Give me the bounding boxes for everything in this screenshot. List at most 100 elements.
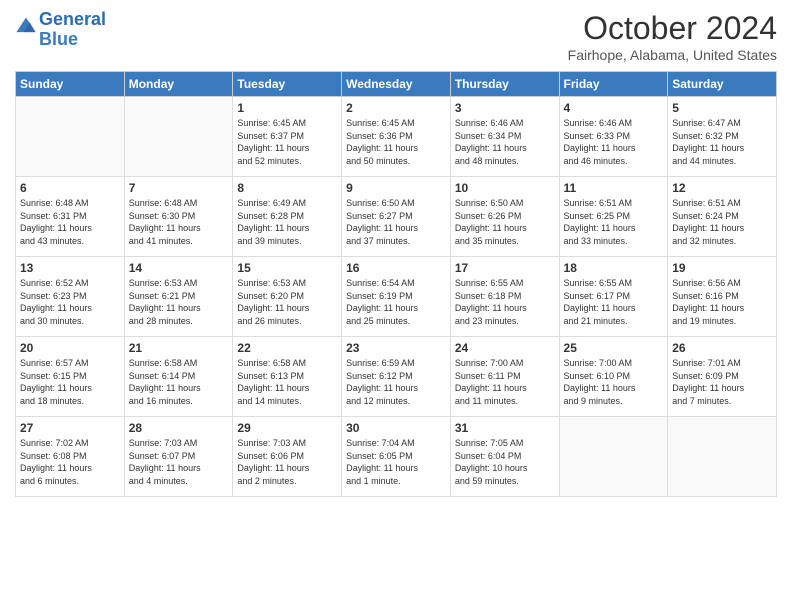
day-info: Sunrise: 7:03 AM Sunset: 6:07 PM Dayligh… (129, 437, 229, 487)
day-number: 17 (455, 261, 555, 275)
calendar-cell: 17 Sunrise: 6:55 AM Sunset: 6:18 PM Dayli… (450, 257, 559, 337)
calendar-cell: 22 Sunrise: 6:58 AM Sunset: 6:13 PM Dayli… (233, 337, 342, 417)
day-info: Sunrise: 7:02 AM Sunset: 6:08 PM Dayligh… (20, 437, 120, 487)
week-row-1: 1 Sunrise: 6:45 AM Sunset: 6:37 PM Daylig… (16, 97, 777, 177)
day-info: Sunrise: 6:59 AM Sunset: 6:12 PM Dayligh… (346, 357, 446, 407)
day-info: Sunrise: 6:50 AM Sunset: 6:26 PM Dayligh… (455, 197, 555, 247)
day-info: Sunrise: 6:50 AM Sunset: 6:27 PM Dayligh… (346, 197, 446, 247)
day-number: 10 (455, 181, 555, 195)
calendar-cell: 8 Sunrise: 6:49 AM Sunset: 6:28 PM Daylig… (233, 177, 342, 257)
day-info: Sunrise: 6:55 AM Sunset: 6:18 PM Dayligh… (455, 277, 555, 327)
logo-icon (15, 16, 37, 38)
day-number: 30 (346, 421, 446, 435)
week-row-2: 6 Sunrise: 6:48 AM Sunset: 6:31 PM Daylig… (16, 177, 777, 257)
calendar-table: SundayMondayTuesdayWednesdayThursdayFrid… (15, 71, 777, 497)
calendar-cell: 23 Sunrise: 6:59 AM Sunset: 6:12 PM Dayli… (342, 337, 451, 417)
calendar-cell: 9 Sunrise: 6:50 AM Sunset: 6:27 PM Daylig… (342, 177, 451, 257)
calendar-cell: 7 Sunrise: 6:48 AM Sunset: 6:30 PM Daylig… (124, 177, 233, 257)
calendar-cell: 14 Sunrise: 6:53 AM Sunset: 6:21 PM Dayli… (124, 257, 233, 337)
day-number: 1 (237, 101, 337, 115)
day-info: Sunrise: 6:47 AM Sunset: 6:32 PM Dayligh… (672, 117, 772, 167)
day-number: 24 (455, 341, 555, 355)
day-info: Sunrise: 6:49 AM Sunset: 6:28 PM Dayligh… (237, 197, 337, 247)
calendar-cell (559, 417, 668, 497)
location: Fairhope, Alabama, United States (568, 47, 777, 63)
calendar-header-row: SundayMondayTuesdayWednesdayThursdayFrid… (16, 72, 777, 97)
day-number: 8 (237, 181, 337, 195)
day-info: Sunrise: 6:57 AM Sunset: 6:15 PM Dayligh… (20, 357, 120, 407)
day-number: 14 (129, 261, 229, 275)
day-header-saturday: Saturday (668, 72, 777, 97)
day-info: Sunrise: 6:56 AM Sunset: 6:16 PM Dayligh… (672, 277, 772, 327)
day-info: Sunrise: 6:45 AM Sunset: 6:36 PM Dayligh… (346, 117, 446, 167)
day-header-wednesday: Wednesday (342, 72, 451, 97)
calendar-cell: 4 Sunrise: 6:46 AM Sunset: 6:33 PM Daylig… (559, 97, 668, 177)
header: General Blue October 2024 Fairhope, Alab… (15, 10, 777, 63)
title-block: October 2024 Fairhope, Alabama, United S… (568, 10, 777, 63)
day-info: Sunrise: 6:51 AM Sunset: 6:25 PM Dayligh… (564, 197, 664, 247)
main-container: General Blue October 2024 Fairhope, Alab… (0, 0, 792, 507)
calendar-cell: 26Sunrise: 7:01 AM Sunset: 6:09 PM Dayli… (668, 337, 777, 417)
calendar-cell (668, 417, 777, 497)
calendar-cell: 27 Sunrise: 7:02 AM Sunset: 6:08 PM Dayli… (16, 417, 125, 497)
day-info: Sunrise: 6:58 AM Sunset: 6:13 PM Dayligh… (237, 357, 337, 407)
logo-line1: General (39, 9, 106, 29)
day-info: Sunrise: 7:03 AM Sunset: 6:06 PM Dayligh… (237, 437, 337, 487)
day-number: 15 (237, 261, 337, 275)
day-info: Sunrise: 6:48 AM Sunset: 6:30 PM Dayligh… (129, 197, 229, 247)
calendar-cell (16, 97, 125, 177)
day-number: 28 (129, 421, 229, 435)
day-header-friday: Friday (559, 72, 668, 97)
week-row-3: 13 Sunrise: 6:52 AM Sunset: 6:23 PM Dayli… (16, 257, 777, 337)
day-info: Sunrise: 6:58 AM Sunset: 6:14 PM Dayligh… (129, 357, 229, 407)
calendar-cell: 18 Sunrise: 6:55 AM Sunset: 6:17 PM Dayli… (559, 257, 668, 337)
day-info: Sunrise: 6:48 AM Sunset: 6:31 PM Dayligh… (20, 197, 120, 247)
calendar-cell: 5 Sunrise: 6:47 AM Sunset: 6:32 PM Daylig… (668, 97, 777, 177)
day-info: Sunrise: 6:46 AM Sunset: 6:34 PM Dayligh… (455, 117, 555, 167)
day-number: 6 (20, 181, 120, 195)
day-number: 7 (129, 181, 229, 195)
day-header-tuesday: Tuesday (233, 72, 342, 97)
day-info: Sunrise: 6:54 AM Sunset: 6:19 PM Dayligh… (346, 277, 446, 327)
calendar-cell: 13 Sunrise: 6:52 AM Sunset: 6:23 PM Dayli… (16, 257, 125, 337)
day-number: 2 (346, 101, 446, 115)
calendar-cell: 12 Sunrise: 6:51 AM Sunset: 6:24 PM Dayli… (668, 177, 777, 257)
day-number: 12 (672, 181, 772, 195)
calendar-cell: 30Sunrise: 7:04 AM Sunset: 6:05 PM Dayli… (342, 417, 451, 497)
calendar-cell: 6 Sunrise: 6:48 AM Sunset: 6:31 PM Daylig… (16, 177, 125, 257)
day-number: 5 (672, 101, 772, 115)
day-number: 20 (20, 341, 120, 355)
day-header-sunday: Sunday (16, 72, 125, 97)
day-number: 4 (564, 101, 664, 115)
day-number: 22 (237, 341, 337, 355)
calendar-cell: 16Sunrise: 6:54 AM Sunset: 6:19 PM Dayli… (342, 257, 451, 337)
day-info: Sunrise: 6:46 AM Sunset: 6:33 PM Dayligh… (564, 117, 664, 167)
calendar-cell: 20 Sunrise: 6:57 AM Sunset: 6:15 PM Dayli… (16, 337, 125, 417)
day-number: 31 (455, 421, 555, 435)
day-info: Sunrise: 6:51 AM Sunset: 6:24 PM Dayligh… (672, 197, 772, 247)
calendar-cell: 2 Sunrise: 6:45 AM Sunset: 6:36 PM Daylig… (342, 97, 451, 177)
day-number: 18 (564, 261, 664, 275)
calendar-cell: 15 Sunrise: 6:53 AM Sunset: 6:20 PM Dayli… (233, 257, 342, 337)
calendar-cell: 3Sunrise: 6:46 AM Sunset: 6:34 PM Daylig… (450, 97, 559, 177)
day-info: Sunrise: 6:53 AM Sunset: 6:20 PM Dayligh… (237, 277, 337, 327)
day-number: 27 (20, 421, 120, 435)
day-number: 29 (237, 421, 337, 435)
calendar-cell: 31Sunrise: 7:05 AM Sunset: 6:04 PM Dayli… (450, 417, 559, 497)
week-row-4: 20 Sunrise: 6:57 AM Sunset: 6:15 PM Dayli… (16, 337, 777, 417)
logo-text: General Blue (39, 10, 106, 50)
calendar-cell: 19Sunrise: 6:56 AM Sunset: 6:16 PM Dayli… (668, 257, 777, 337)
day-number: 23 (346, 341, 446, 355)
month-title: October 2024 (568, 10, 777, 47)
day-number: 21 (129, 341, 229, 355)
day-info: Sunrise: 6:53 AM Sunset: 6:21 PM Dayligh… (129, 277, 229, 327)
day-number: 26 (672, 341, 772, 355)
week-row-5: 27 Sunrise: 7:02 AM Sunset: 6:08 PM Dayli… (16, 417, 777, 497)
day-info: Sunrise: 6:45 AM Sunset: 6:37 PM Dayligh… (237, 117, 337, 167)
day-info: Sunrise: 6:52 AM Sunset: 6:23 PM Dayligh… (20, 277, 120, 327)
day-info: Sunrise: 7:00 AM Sunset: 6:10 PM Dayligh… (564, 357, 664, 407)
day-number: 13 (20, 261, 120, 275)
calendar-cell: 25Sunrise: 7:00 AM Sunset: 6:10 PM Dayli… (559, 337, 668, 417)
day-number: 9 (346, 181, 446, 195)
day-info: Sunrise: 6:55 AM Sunset: 6:17 PM Dayligh… (564, 277, 664, 327)
